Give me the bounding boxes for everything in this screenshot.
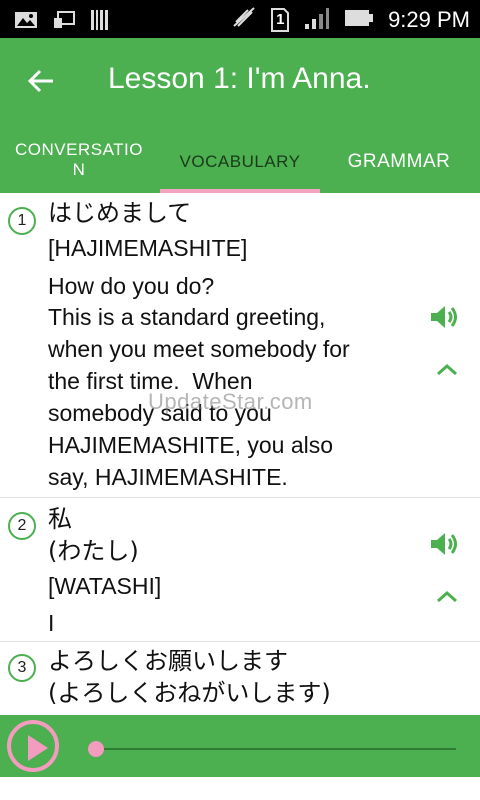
tab-bar: CONVERSATION VOCABULARY GRAMMAR xyxy=(0,130,480,193)
list-item[interactable]: 1 はじめまして [HAJIMEMASHITE] How do you do? … xyxy=(0,193,480,498)
item-number: 2 xyxy=(8,512,36,540)
japanese-text: はじめまして xyxy=(48,199,192,227)
tab-vocabulary[interactable]: VOCABULARY xyxy=(160,130,320,193)
reading-text: (よろしくおねがいします) xyxy=(48,679,331,707)
back-button[interactable] xyxy=(26,66,56,96)
japanese-text: よろしくお願いします xyxy=(48,647,288,675)
chevron-up-icon xyxy=(437,363,457,376)
meaning-line: the first time. When xyxy=(48,368,253,394)
list-item[interactable]: 2 私 (わたし) [WATASHI] I xyxy=(0,498,480,642)
battery-icon xyxy=(344,8,374,32)
sim-icon: 1 xyxy=(270,7,290,33)
speaker-button[interactable] xyxy=(428,528,460,560)
status-time: 9:29 PM xyxy=(388,7,470,32)
meaning-text: I xyxy=(48,610,55,636)
seek-bar[interactable] xyxy=(96,748,456,750)
speaker-icon xyxy=(431,306,457,328)
mute-icon xyxy=(232,6,256,34)
meaning-line: This is a standard greeting, xyxy=(48,304,326,330)
status-right-icons: 1 9:29 PM xyxy=(232,6,470,34)
image-icon xyxy=(14,10,38,34)
arrow-back-icon xyxy=(27,69,53,93)
meaning-line: when you meet somebody for xyxy=(48,336,350,362)
sim-badge: 1 xyxy=(276,11,285,28)
romaji-text: [WATASHI] xyxy=(48,573,162,599)
cast-icon xyxy=(52,10,76,34)
tab-grammar[interactable]: GRAMMAR xyxy=(330,130,468,193)
collapse-button[interactable] xyxy=(434,586,460,606)
status-bar: 1 9:29 PM xyxy=(0,0,480,38)
page-title: Lesson 1: I'm Anna. xyxy=(108,62,371,95)
signal-icon xyxy=(304,6,330,34)
meaning-line: say, HAJIMEMASHITE. xyxy=(48,464,288,490)
item-number: 3 xyxy=(8,654,36,682)
app-bar: Lesson 1: I'm Anna. CONVERSATION VOCABUL… xyxy=(0,38,480,193)
romaji-text: [HAJIMEMASHITE] xyxy=(48,235,248,261)
reading-text: (わたし) xyxy=(48,537,139,565)
audio-player xyxy=(0,715,480,777)
play-button[interactable] xyxy=(7,720,59,772)
barcode-icon xyxy=(90,9,110,35)
chevron-up-icon xyxy=(437,590,457,603)
bottom-strip xyxy=(0,777,480,800)
play-icon xyxy=(28,735,48,761)
japanese-text: 私 xyxy=(48,505,72,533)
collapse-button[interactable] xyxy=(434,359,460,379)
meaning-line: HAJIMEMASHITE, you also xyxy=(48,432,334,458)
item-number: 1 xyxy=(8,207,36,235)
speaker-button[interactable] xyxy=(428,301,460,333)
vocabulary-list[interactable]: 1 はじめまして [HAJIMEMASHITE] How do you do? … xyxy=(0,193,480,715)
list-item[interactable]: 3 よろしくお願いします (よろしくおねがいします) xyxy=(0,642,480,715)
meaning-line: somebody said to you xyxy=(48,400,272,426)
meaning-line: How do you do? xyxy=(48,273,215,299)
status-left-icons xyxy=(14,9,110,35)
speaker-icon xyxy=(431,533,457,555)
seek-thumb[interactable] xyxy=(88,741,104,757)
tab-conversation[interactable]: CONVERSATION xyxy=(14,140,144,190)
